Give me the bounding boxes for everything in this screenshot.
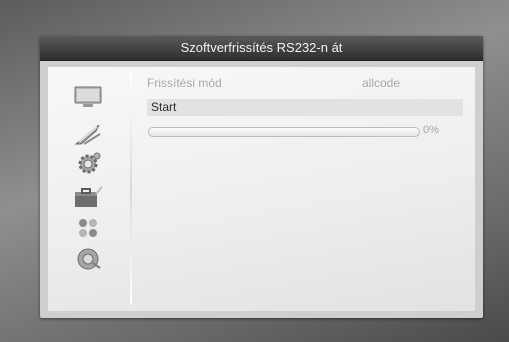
- upgrade-progress-percent: 0%: [423, 124, 439, 136]
- dots-icon[interactable]: [73, 215, 103, 241]
- start-label: Start: [151, 100, 177, 114]
- upgrade-mode-value: allcode: [362, 76, 401, 90]
- start-button[interactable]: Start: [147, 99, 463, 116]
- dialog-title: Szoftverfrissítés RS232-n át: [40, 36, 483, 61]
- sidebar-divider: [130, 73, 132, 305]
- content-panel: Frissítési mód allcode Start 0%: [48, 67, 475, 311]
- satellite-dish-icon[interactable]: [73, 121, 103, 147]
- upgrade-mode-row[interactable]: Frissítési mód allcode: [147, 75, 463, 92]
- upgrade-progress-bar: [148, 127, 420, 137]
- settings-gear-icon[interactable]: [73, 151, 103, 177]
- disc-icon[interactable]: [73, 246, 103, 272]
- toolbox-icon[interactable]: [73, 184, 103, 210]
- upgrade-mode-label: Frissítési mód: [147, 76, 222, 90]
- monitor-icon[interactable]: [73, 84, 103, 110]
- upgrade-dialog: Szoftverfrissítés RS232-n át Frissítési …: [40, 36, 483, 318]
- sidebar: [48, 67, 130, 311]
